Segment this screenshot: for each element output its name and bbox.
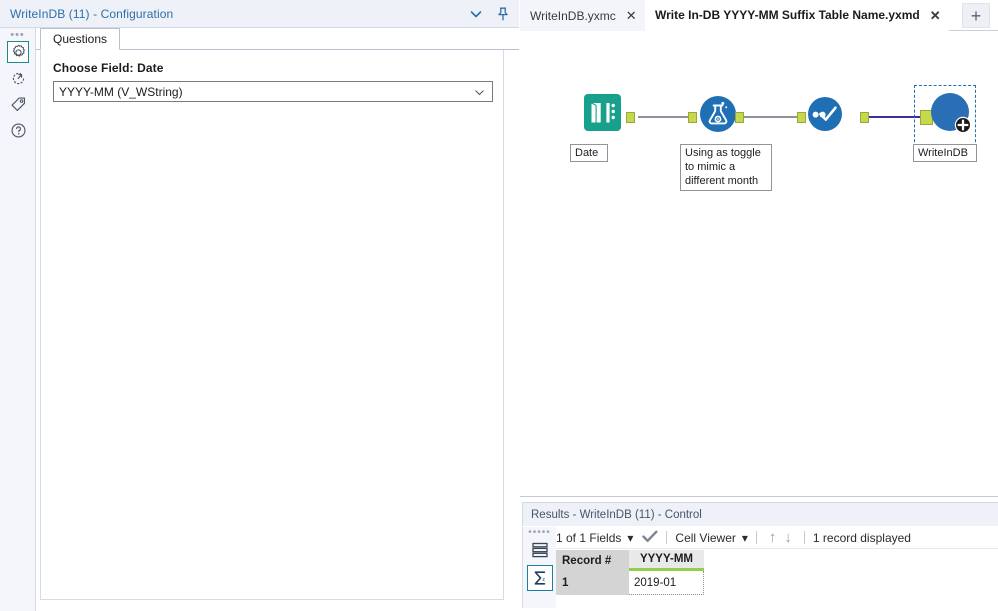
table-row[interactable]: 1 2019-01 [556, 571, 998, 595]
column-header-yyyy-mm[interactable]: YYYY-MM [629, 550, 704, 571]
tag-icon [10, 96, 25, 111]
workflow-canvas[interactable]: Date Using as toggle to mimic a differen… [520, 31, 998, 497]
chevron-down-icon: ▾ [627, 530, 634, 545]
messages-list-icon [532, 542, 548, 558]
node-label-writeindb[interactable]: WriteInDB [913, 144, 977, 162]
tool-node-select[interactable] [807, 96, 843, 135]
results-sidebar-item-messages[interactable] [523, 536, 557, 564]
toolbar-divider [755, 531, 757, 544]
sidebar-item-configuration[interactable] [0, 39, 36, 65]
results-toolbar: 1 of 1 Fields ▾ Cell Viewer ▾ ↑ ↓ 1 reco… [556, 527, 998, 549]
macro-plus-tool-icon [931, 93, 972, 134]
output-connector-formula[interactable] [735, 112, 744, 123]
svg-text:z: z [542, 577, 545, 583]
tab-questions-label: Questions [53, 32, 108, 46]
cell-viewer-selector[interactable]: Cell Viewer ▾ [675, 531, 748, 545]
configuration-tabstrip: Questions [36, 28, 519, 50]
fields-selector[interactable]: 1 of 1 Fields ▾ [556, 531, 633, 545]
results-panel-header: Results - WriteInDB (11) - Control [522, 502, 998, 526]
grid-header-row: Record # YYYY-MM [556, 550, 998, 571]
toolbar-divider [666, 531, 668, 544]
cell-yyyy-mm[interactable]: 2019-01 [629, 571, 704, 595]
record-count-label: 1 record displayed [812, 530, 911, 545]
column-header-record[interactable]: Record # [556, 550, 629, 571]
chevron-down-icon[interactable] [468, 6, 484, 22]
tool-node-date[interactable] [583, 93, 625, 142]
document-tab-writeindb[interactable]: WriteInDB.yxmc ✕ [520, 0, 646, 31]
sigma-icon: z [534, 571, 545, 585]
document-tab-write-in-db-suffix[interactable]: Write In-DB YYYY-MM Suffix Table Name.yx… [645, 0, 949, 31]
chevron-down-icon: ▾ [741, 530, 748, 545]
cell-record-number: 1 [556, 571, 629, 595]
results-panel-title: Results - WriteInDB (11) - Control [531, 508, 702, 521]
node-label-formula[interactable]: Using as toggle to mimic a different mon… [680, 144, 772, 191]
choose-field-value: YYYY-MM (V_WString) [59, 84, 183, 99]
gear-icon [12, 44, 25, 57]
document-tab-label: WriteInDB.yxmc [530, 8, 616, 23]
configuration-body: Questions Choose Field: Date YYYY-MM (V_… [36, 28, 519, 611]
configuration-panel-header: WriteInDB (11) - Configuration [0, 0, 519, 28]
chevron-down-icon [475, 90, 484, 96]
choose-field-dropdown[interactable]: YYYY-MM (V_WString) [53, 81, 493, 102]
input-connector-select[interactable] [797, 112, 806, 123]
toolbar-divider [803, 531, 805, 544]
sidebar-item-annotation[interactable] [0, 91, 36, 117]
close-icon[interactable]: ✕ [626, 9, 637, 22]
sidebar-item-help[interactable] [0, 117, 36, 143]
close-icon[interactable]: ✕ [930, 9, 941, 22]
arrow-up-icon[interactable]: ↑ [765, 529, 781, 546]
configuration-header-buttons [468, 0, 511, 28]
tool-node-writeindb[interactable] [930, 92, 974, 139]
flask-tool-icon [700, 96, 736, 132]
tool-node-formula[interactable] [699, 95, 737, 136]
new-tab-button[interactable]: + [962, 3, 990, 28]
sidebar-drag-dots[interactable]: ••• [0, 28, 35, 41]
select-tool-icon [808, 97, 842, 131]
tab-questions[interactable]: Questions [40, 28, 121, 50]
results-panel: Results - WriteInDB (11) - Control ••••• [520, 497, 998, 611]
questions-pane: Choose Field: Date YYYY-MM (V_WString) [40, 50, 504, 600]
fields-selector-label: 1 of 1 Fields [556, 530, 622, 545]
document-tabbar: WriteInDB.yxmc ✕ Write In-DB YYYY-MM Suf… [520, 0, 998, 31]
sidebar-item-runtime[interactable] [0, 65, 36, 91]
arrow-down-icon[interactable]: ↓ [780, 529, 796, 546]
workflow-pane: WriteInDB.yxmc ✕ Write In-DB YYYY-MM Suf… [520, 0, 998, 611]
node-label-date[interactable]: Date [570, 144, 608, 162]
configuration-panel: WriteInDB (11) - Configuration ••• Quest… [0, 0, 519, 611]
connection-date-to-formula[interactable] [638, 116, 690, 118]
configuration-panel-title: WriteInDB (11) - Configuration [10, 6, 174, 21]
book-tool-icon [584, 94, 621, 131]
results-sidebar-item-summary[interactable]: z [523, 564, 557, 592]
output-connector-date[interactable] [626, 112, 635, 123]
choose-field-label: Choose Field: Date [53, 61, 164, 75]
alteryx-designer-window: WriteInDB (11) - Configuration ••• Quest… [0, 0, 998, 611]
runtime-arrow-icon [12, 72, 24, 84]
output-connector-select[interactable] [860, 112, 869, 123]
plus-icon: + [970, 5, 982, 26]
checkmark-icon[interactable] [642, 530, 658, 546]
pin-icon[interactable] [495, 6, 511, 22]
connection-formula-to-select[interactable] [735, 116, 798, 118]
input-connector-formula[interactable] [688, 112, 697, 123]
question-mark-icon [10, 122, 26, 138]
results-sidebar: ••••• z [522, 527, 556, 608]
results-grid[interactable]: Record # YYYY-MM 1 2019-01 [556, 550, 998, 608]
cell-viewer-label: Cell Viewer [675, 530, 736, 545]
results-drag-dots[interactable]: ••••• [523, 527, 556, 538]
configuration-sidebar: ••• [0, 28, 36, 611]
document-tab-label: Write In-DB YYYY-MM Suffix Table Name.yx… [655, 8, 920, 22]
